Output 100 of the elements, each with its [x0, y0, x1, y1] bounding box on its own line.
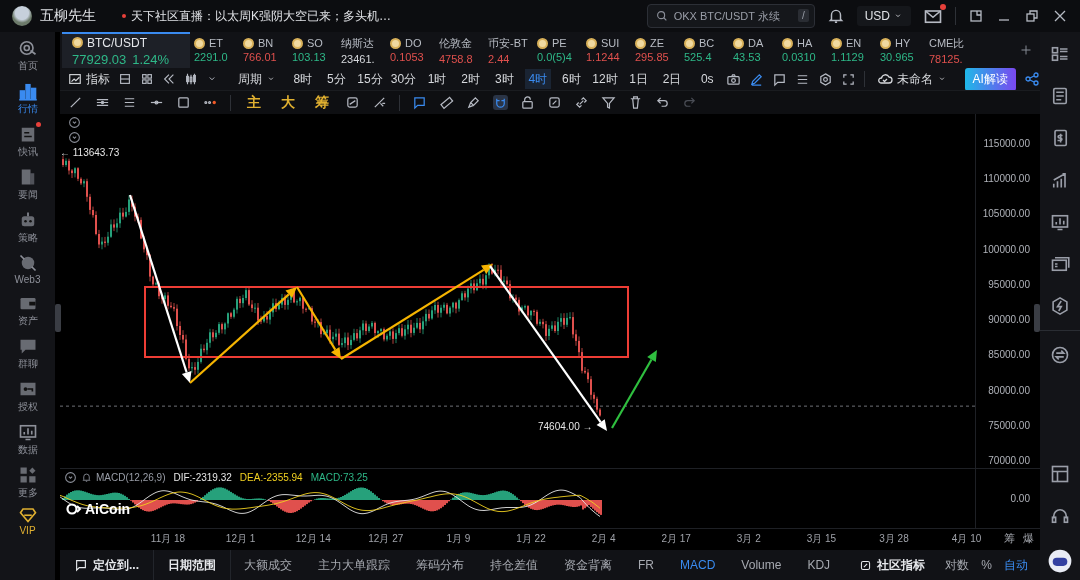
indicator-tab[interactable]: 持仓差值	[477, 556, 551, 574]
scale-option[interactable]: 对数	[939, 556, 976, 574]
ticker-tab[interactable]: BC 525.4	[680, 32, 729, 68]
sidebar-item[interactable]: 更多	[4, 465, 51, 500]
sidebar-item[interactable]: 群聊	[4, 336, 51, 371]
ticker-tab[interactable]: DA 43.53	[729, 32, 778, 68]
interval-tab[interactable]: 1时	[424, 69, 450, 89]
indicator-tab[interactable]: MACD	[667, 558, 729, 572]
date-range-button[interactable]: 日期范围	[154, 556, 230, 574]
ticker-tab[interactable]: BTC/USDT 77929.03 1.24%	[62, 32, 190, 68]
rectangle-icon[interactable]	[176, 95, 191, 110]
ticker-tab[interactable]: 伦敦金 4758.8	[435, 32, 484, 68]
magnet-icon[interactable]	[493, 95, 508, 110]
quick-tool[interactable]: 筹	[311, 93, 333, 112]
interval-tab[interactable]: 4时	[525, 69, 551, 89]
brush-icon[interactable]	[466, 95, 481, 110]
ticker-tab[interactable]: 纳斯达 23461.	[337, 32, 386, 68]
window-icon[interactable]	[118, 72, 132, 86]
bell-icon[interactable]	[826, 7, 845, 25]
candlestick-icon[interactable]	[184, 72, 198, 86]
ticker-tab[interactable]: 币安-BT 2.44	[484, 32, 533, 68]
edit-icon[interactable]	[547, 95, 562, 110]
ticker-tab[interactable]: CME比 78125.	[925, 32, 974, 68]
headset-icon[interactable]	[1050, 506, 1070, 526]
scale-option[interactable]: 自动	[998, 556, 1034, 574]
settings-icon[interactable]	[817, 71, 833, 87]
period-dropdown[interactable]: 周期	[238, 70, 276, 88]
quick-tool[interactable]: 大	[277, 93, 299, 112]
overlay-toggle[interactable]: 筹	[1004, 531, 1015, 546]
interval-tab[interactable]: 2日	[659, 69, 685, 89]
community-indicators-button[interactable]: 社区指标	[845, 556, 940, 574]
ticker-tab[interactable]: PE 0.0(5)4	[533, 32, 582, 68]
interval-tab[interactable]: 8时	[290, 69, 316, 89]
interval-tab[interactable]: 15分	[357, 69, 383, 89]
undo-icon[interactable]	[655, 95, 670, 110]
sidebar-item[interactable]: Web3	[4, 253, 51, 285]
indicator-tab[interactable]: KDJ	[794, 558, 844, 572]
interval-tab[interactable]: 30分	[390, 69, 417, 89]
range-box[interactable]	[144, 286, 629, 358]
restore-icon[interactable]	[1024, 8, 1040, 24]
quick-tool[interactable]: 主	[243, 93, 265, 112]
horizontal-lines-icon[interactable]	[122, 95, 137, 110]
interval-tab[interactable]: 12时	[592, 69, 618, 89]
add-icon[interactable]	[1020, 44, 1032, 56]
news-headline[interactable]: 天下社区直播：以太周K强阴大空已来；多头机…	[131, 7, 391, 25]
trend-arrow[interactable]	[340, 264, 493, 360]
indicator-tab[interactable]: 主力大单跟踪	[305, 556, 403, 574]
fullscreen-icon[interactable]	[840, 71, 856, 87]
lightning-icon[interactable]	[1050, 296, 1070, 316]
interval-tab[interactable]: 2时	[457, 69, 484, 89]
trend-line-icon[interactable]	[68, 95, 83, 110]
swap-icon[interactable]	[1050, 345, 1070, 365]
close-icon[interactable]	[1052, 8, 1068, 24]
sidebar-item[interactable]: 行情	[4, 81, 51, 116]
layout-dropdown[interactable]: 未命名	[876, 70, 947, 88]
ticker-tab[interactable]: SUI 1.1244	[582, 32, 631, 68]
layout-icon[interactable]	[1050, 464, 1070, 484]
sidebar-item[interactable]: 数据	[4, 422, 51, 457]
filter-icon[interactable]	[601, 95, 616, 110]
interval-tab[interactable]: 6时	[558, 69, 585, 89]
currency-dropdown[interactable]: USD	[856, 6, 911, 26]
rewind-icon[interactable]	[162, 72, 176, 86]
ticker-tab[interactable]: BN 766.01	[239, 32, 288, 68]
sidebar-item[interactable]: VIP	[4, 504, 51, 536]
avatar[interactable]	[12, 6, 32, 26]
share-icon[interactable]	[1023, 71, 1040, 87]
ruler-icon[interactable]	[439, 95, 454, 110]
indicator-tab[interactable]: Volume	[728, 558, 795, 572]
indicator-tab[interactable]: 筹码分布	[403, 556, 477, 574]
sidebar-item[interactable]: 首页	[4, 38, 51, 73]
monitor-icon[interactable]	[1050, 212, 1070, 232]
interval-tab[interactable]: 1日	[625, 69, 652, 89]
indicator-tab[interactable]: 大额成交	[231, 556, 305, 574]
assistant-icon[interactable]	[1047, 548, 1073, 574]
indicator-button[interactable]: 指标	[68, 70, 110, 88]
trend-arrow[interactable]	[611, 350, 657, 429]
ticker-tab[interactable]: SO 103.13	[288, 32, 337, 68]
ticker-tab[interactable]: ZE 295.85	[631, 32, 680, 68]
lock-icon[interactable]	[520, 95, 535, 110]
ai-button[interactable]: AI解读	[964, 67, 1016, 91]
ticker-tab[interactable]: ET 2291.0	[190, 32, 239, 68]
ticker-tab[interactable]: HA 0.0310	[778, 32, 827, 68]
document-icon[interactable]	[1050, 86, 1070, 106]
expand-icon[interactable]	[68, 116, 81, 129]
collapse-handle[interactable]	[55, 304, 61, 332]
trend-arrow[interactable]	[296, 286, 341, 359]
grid-icon[interactable]	[140, 72, 154, 86]
sidebar-item[interactable]: 策略	[4, 210, 51, 245]
panel-icon[interactable]	[968, 8, 984, 24]
trash-icon[interactable]	[628, 95, 643, 110]
etf-icon[interactable]	[1050, 254, 1070, 274]
pencil-icon[interactable]	[748, 71, 764, 87]
sidebar-item[interactable]: 要闻	[4, 167, 51, 202]
trend-arrow[interactable]	[128, 194, 192, 383]
locate-button[interactable]: 定位到...	[60, 556, 153, 574]
ticker-tab[interactable]: EN 1.1129	[827, 32, 876, 68]
trend-arrow[interactable]	[489, 265, 607, 431]
indicator-tab[interactable]: 资金背离	[551, 556, 625, 574]
ticker-tab[interactable]: HY 30.965	[876, 32, 925, 68]
link-icon[interactable]	[574, 95, 589, 110]
